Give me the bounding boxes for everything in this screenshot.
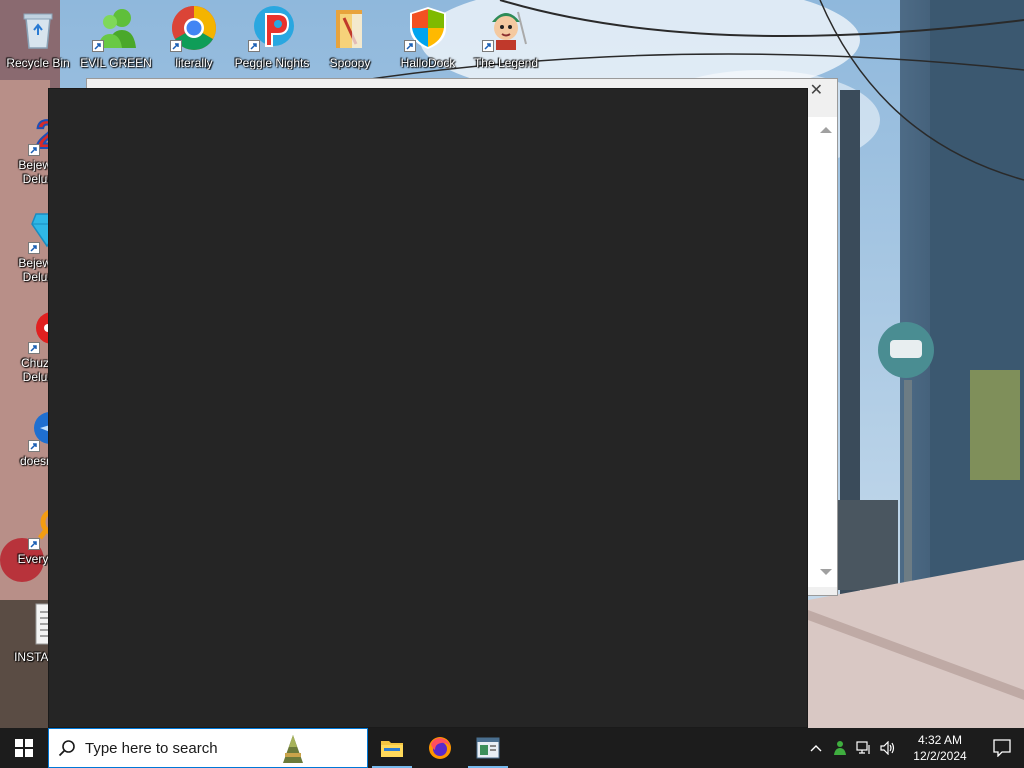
folder-icon [326,4,374,52]
windows-shield-icon [404,4,452,52]
vertical-scrollbar[interactable] [807,117,837,587]
close-icon[interactable]: ✕ [810,83,823,99]
desktop-icon-literally[interactable]: literally [156,4,232,82]
scroll-up-arrow-icon[interactable] [820,127,832,133]
start-button[interactable] [0,728,48,768]
volume-icon[interactable] [876,728,900,768]
desktop-icon-evil-green[interactable]: EVIL GREEN [78,4,154,82]
desktop-icon-peggle-nights[interactable]: Peggle Nights [234,4,310,82]
desktop-icon-label: Recycle Bin [6,56,70,70]
taskbar: 4:32 AM 12/2/2024 [0,728,1024,768]
shortcut-arrow-icon [28,538,40,550]
desktop-icon-label: HalloDock [400,56,456,70]
taskbar-search-box[interactable] [48,728,368,768]
folder-icon [381,741,403,757]
desktop-icon-label: EVIL GREEN [80,56,152,70]
taskbar-file-explorer[interactable] [368,728,416,768]
windows-logo-icon [15,739,33,757]
desktop-icon-the-legend[interactable]: The Legend [468,4,544,82]
recycle-bin-icon [14,4,62,52]
action-center-button[interactable] [980,728,1024,768]
network-icon[interactable] [852,728,876,768]
shortcut-arrow-icon [28,342,40,354]
taskbar-firefox[interactable] [416,728,464,768]
chrome-icon [170,4,218,52]
msn-buddy-icon [92,4,140,52]
peggle-icon [248,4,296,52]
shortcut-arrow-icon [28,144,40,156]
shortcut-arrow-icon [92,40,104,52]
shortcut-arrow-icon [248,40,260,52]
console-window[interactable] [48,88,808,728]
search-input[interactable] [85,739,285,757]
game-character-icon [482,4,530,52]
notification-icon [993,739,1011,757]
taskbar-console-app[interactable] [464,728,512,768]
clock-date: 12/2/2024 [913,749,967,763]
search-highlight-icon [281,733,307,768]
firefox-icon [429,737,451,759]
shortcut-arrow-icon [28,440,40,452]
taskbar-clock[interactable]: 4:32 AM 12/2/2024 [900,732,980,764]
desktop-icon-spoopy[interactable]: Spoopy [312,4,388,82]
window-app-icon [476,737,500,759]
shortcut-arrow-icon [482,40,494,52]
desktop-icon-label: Spoopy [329,56,371,70]
shortcut-arrow-icon [28,242,40,254]
shortcut-arrow-icon [170,40,182,52]
search-icon [49,739,85,757]
desktop-icon-hallodock[interactable]: HalloDock [390,4,466,82]
scroll-down-arrow-icon[interactable] [820,569,832,575]
shortcut-arrow-icon [404,40,416,52]
system-tray: 4:32 AM 12/2/2024 [804,728,1024,768]
desktop-icon-label: Peggle Nights [234,56,310,70]
desktop-icon-label: The Legend [473,56,539,70]
desktop-icon-recycle-bin[interactable]: Recycle Bin [0,4,76,82]
show-hidden-icons-chevron-icon[interactable] [804,728,828,768]
clock-time: 4:32 AM [917,733,963,747]
desktop-icon-label: literally [175,56,213,70]
tray-app-icon[interactable] [828,728,852,768]
